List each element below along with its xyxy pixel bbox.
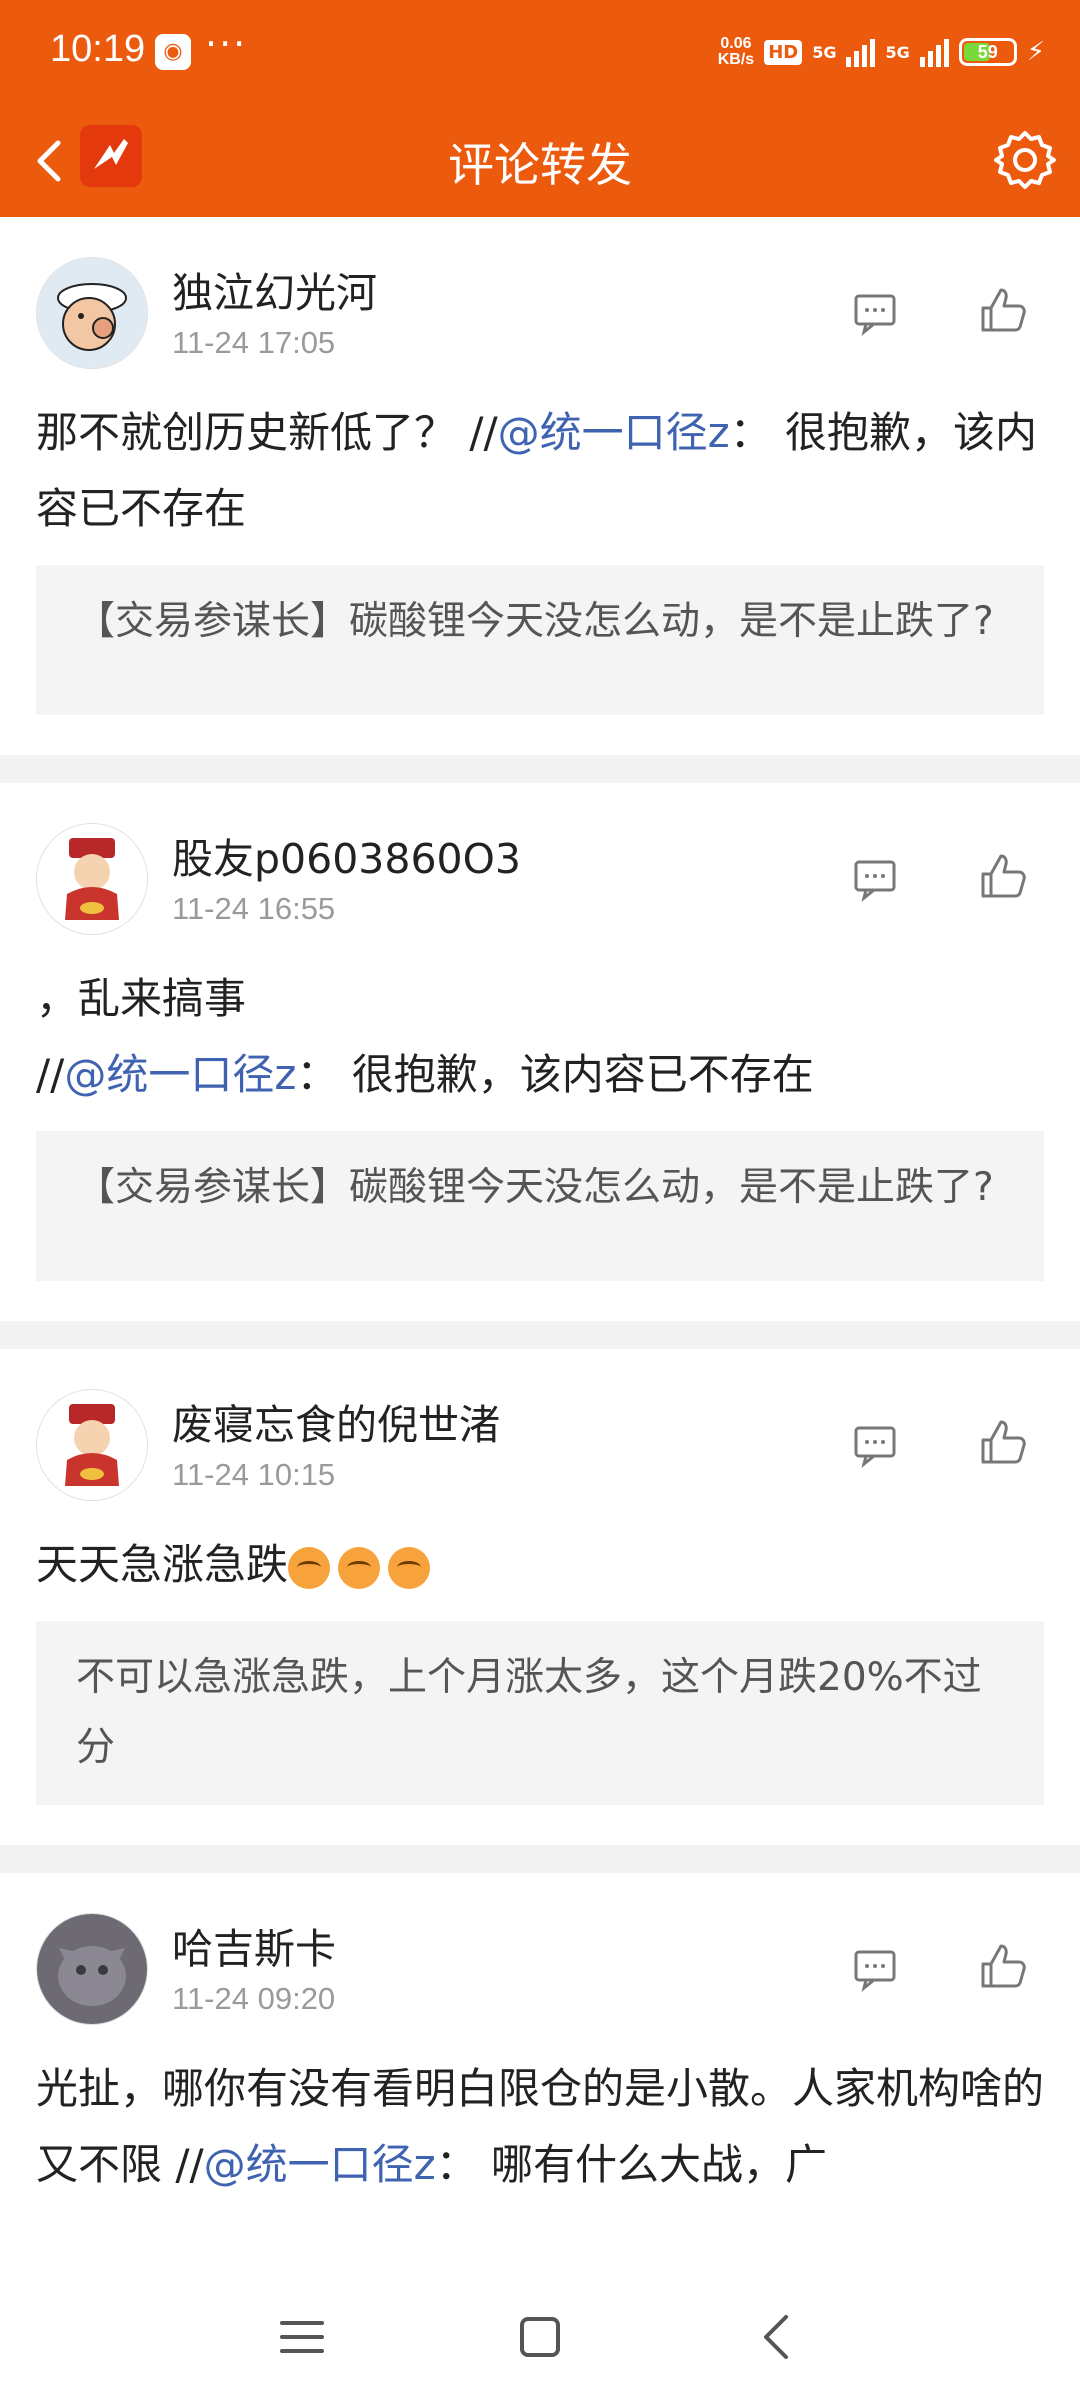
status-time: 10:19 <box>50 28 146 70</box>
emoji-icon <box>288 1546 331 1589</box>
notification-app-icon: ◉ <box>155 34 191 70</box>
comment-text-part: // <box>36 1050 65 1099</box>
emoji-icon <box>388 1546 431 1589</box>
comment-icon[interactable] <box>850 287 900 337</box>
avatar[interactable] <box>36 823 148 935</box>
comment-text-part: 天天急涨急跌 <box>36 1540 289 1589</box>
comment-text: ，乱来搞事 //@统一口径z： 很抱歉，该内容已不存在 <box>0 783 1080 1113</box>
battery-level: 59 <box>977 42 998 62</box>
post-time: 11-24 16:55 <box>172 891 336 926</box>
like-icon[interactable] <box>975 1938 1031 1994</box>
network-speed-value: 0.06 <box>720 35 752 52</box>
quoted-post[interactable]: 不可以急涨急跌，上个月涨太多，这个月跌20%不过分 <box>36 1621 1044 1805</box>
back-icon[interactable] <box>748 2307 808 2367</box>
comment-text-part: 那不就创历史新低了？ // <box>36 408 498 457</box>
mention-link[interactable]: @统一口径z <box>64 1050 296 1099</box>
home-icon[interactable] <box>510 2307 570 2367</box>
comment-text: 天天急涨急跌 <box>0 1349 1080 1603</box>
menu-icon[interactable] <box>272 2307 332 2367</box>
gear-icon[interactable] <box>990 125 1060 195</box>
mention-link[interactable]: @统一口径z <box>204 2140 436 2189</box>
avatar[interactable] <box>36 257 148 369</box>
page-title: 评论转发 <box>448 138 632 192</box>
comment-item: 哈吉斯卡 11-24 09:20 光扯，哪你有没有看明白限仓的是小散。人家机构啥… <box>0 1873 1080 2243</box>
mention-link[interactable]: @统一口径z <box>498 408 730 457</box>
comment-icon[interactable] <box>850 1419 900 1469</box>
app-header: 评论转发 <box>0 105 1080 217</box>
comment-icon[interactable] <box>850 853 900 903</box>
like-icon[interactable] <box>975 282 1031 338</box>
comment-feed[interactable]: 独泣幻光河 11-24 17:05 那不就创历史新低了？ //@统一口径z： 很… <box>0 217 1080 2267</box>
comment-text-part: ： 很抱歉，该内容已不存在 <box>296 1050 814 1099</box>
quoted-post[interactable]: 【交易参谋长】碳酸锂今天没怎么动，是不是止跌了? <box>36 1131 1044 1281</box>
more-notifications-icon: ··· <box>205 22 248 66</box>
charging-icon: ⚡ <box>1026 37 1045 67</box>
network-type-2: 5G <box>885 42 910 62</box>
username[interactable]: 独泣幻光河 <box>172 259 377 319</box>
network-type-1: 5G <box>812 42 837 62</box>
like-icon[interactable] <box>975 1414 1031 1470</box>
emoji-icon <box>338 1546 381 1589</box>
system-nav-bar <box>0 2267 1080 2400</box>
comment-text-part: ： 哪有什么大战，广 <box>435 2140 828 2189</box>
divider <box>0 1321 1080 1349</box>
post-time: 11-24 09:20 <box>172 1981 336 2016</box>
signal-icon-2 <box>919 37 949 67</box>
username[interactable]: 废寝忘食的倪世渚 <box>172 1391 500 1451</box>
post-time: 11-24 17:05 <box>172 325 336 360</box>
comment-text: 那不就创历史新低了？ //@统一口径z： 很抱歉，该内容已不存在 <box>0 217 1080 547</box>
username[interactable]: 哈吉斯卡 <box>172 1915 336 1975</box>
status-bar: 10:19 ◉ ··· 0.06 KB/s HD 5G 5G 59 ⚡ <box>0 0 1080 105</box>
battery-icon: 59 <box>958 38 1017 66</box>
post-time: 11-24 10:15 <box>172 1457 336 1492</box>
signal-icon-1 <box>846 37 876 67</box>
network-speed-unit: KB/s <box>717 51 755 68</box>
quoted-post[interactable]: 【交易参谋长】碳酸锂今天没怎么动，是不是止跌了? <box>36 565 1044 715</box>
hd-voice-icon: HD <box>764 39 803 65</box>
status-indicators: 0.06 KB/s HD 5G 5G 59 ⚡ <box>718 30 1045 74</box>
comment-item: 股友p0603860O3 11-24 16:55 ，乱来搞事 //@统一口径z：… <box>0 783 1080 1321</box>
divider <box>0 755 1080 783</box>
divider <box>0 1845 1080 1873</box>
comment-text: 光扯，哪你有没有看明白限仓的是小散。人家机构啥的又不限 //@统一口径z： 哪有… <box>0 1873 1080 2203</box>
comment-icon[interactable] <box>850 1943 900 1993</box>
comment-item: 废寝忘食的倪世渚 11-24 10:15 天天急涨急跌 不可以急涨急跌，上个月涨… <box>0 1349 1080 1845</box>
username[interactable]: 股友p0603860O3 <box>172 825 521 885</box>
network-speed: 0.06 KB/s <box>718 36 754 68</box>
comment-item: 独泣幻光河 11-24 17:05 那不就创历史新低了？ //@统一口径z： 很… <box>0 217 1080 755</box>
avatar[interactable] <box>36 1389 148 1501</box>
avatar[interactable] <box>36 1913 148 2025</box>
like-icon[interactable] <box>975 848 1031 904</box>
comment-text-line: ，乱来搞事 <box>36 974 247 1023</box>
